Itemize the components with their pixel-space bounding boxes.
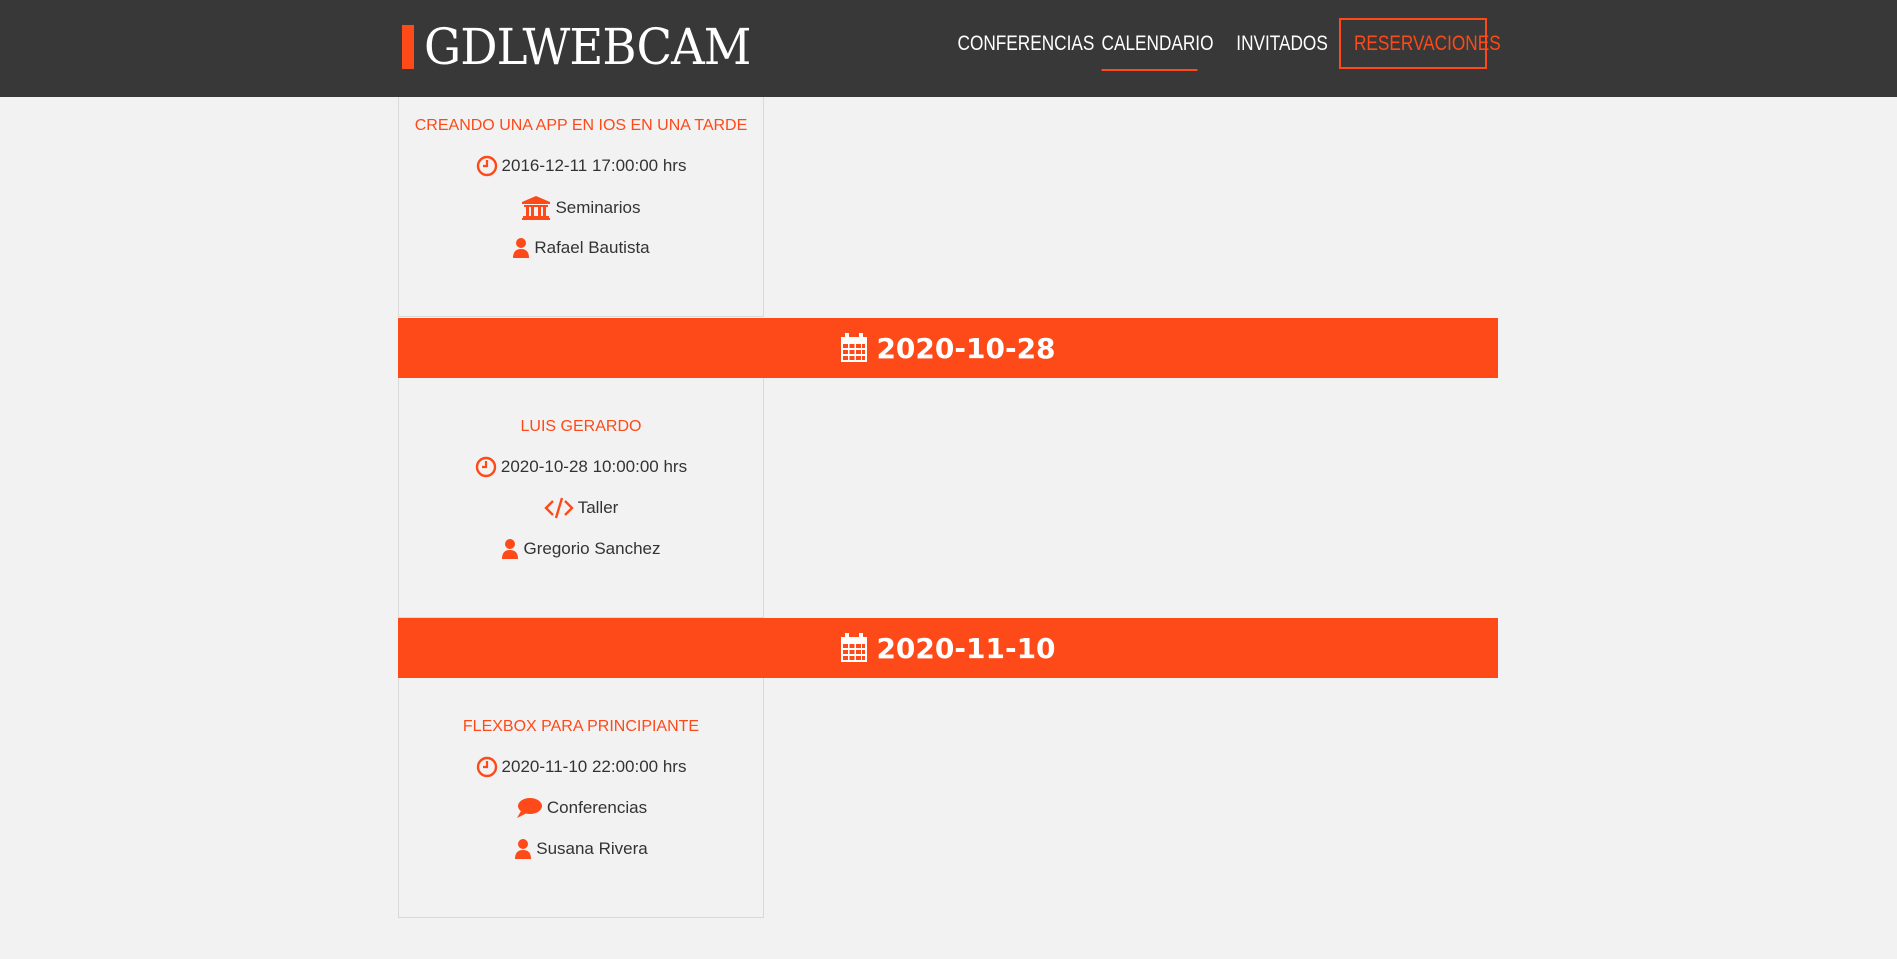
event-card: CREANDO UNA APP EN IOS EN UNA TARDE 2016… — [398, 97, 764, 317]
clock-icon — [476, 155, 497, 177]
nav-invitados[interactable]: INVITADOS — [1236, 18, 1328, 70]
event-title[interactable]: LUIS GERARDO — [399, 418, 763, 436]
code-icon — [543, 497, 574, 519]
event-category: Seminarios — [399, 195, 763, 221]
nav-reservaciones-label: RESERVACIONES — [1353, 32, 1501, 55]
date-header: 2020-10-28 — [398, 318, 1498, 378]
event-card: LUIS GERARDO 2020-10-28 10:00:00 hrs Tal… — [398, 378, 764, 618]
event-datetime-text: 2020-11-10 22:00:00 hrs — [501, 757, 687, 776]
event-datetime-text: 2016-12-11 17:00:00 hrs — [501, 156, 687, 175]
event-speaker-text[interactable]: Gregorio Sanchez — [523, 539, 660, 559]
comment-icon — [516, 798, 542, 818]
event-speaker-text[interactable]: Susana Rivera — [536, 839, 648, 859]
date-label: 2020-11-10 — [876, 631, 1056, 665]
user-icon — [515, 839, 532, 859]
event-category-text: Taller — [577, 498, 619, 517]
user-icon — [502, 539, 519, 559]
event-datetime: 2020-11-10 22:00:00 hrs — [399, 756, 763, 778]
event-speaker: Gregorio Sanchez — [399, 538, 763, 560]
event-title[interactable]: FLEXBOX PARA PRINCIPIANTE — [399, 718, 763, 736]
calendar-icon — [841, 633, 868, 662]
event-speaker-text[interactable]: Rafael Bautista — [534, 238, 649, 258]
nav-reservaciones-button[interactable]: RESERVACIONES — [1339, 18, 1501, 69]
event-datetime-text: 2020-10-28 10:00:00 hrs — [500, 457, 688, 476]
event-card: FLEXBOX PARA PRINCIPIANTE 2020-11-10 22:… — [398, 678, 764, 918]
main-nav: CONFERENCIAS CALENDARIO INVITADOS — [0, 18, 1897, 71]
calendar-icon — [841, 333, 868, 362]
event-category-text: Seminarios — [555, 198, 641, 217]
nav-calendario[interactable]: CALENDARIO — [1101, 18, 1213, 71]
event-datetime: 2020-10-28 10:00:00 hrs — [399, 456, 763, 478]
nav-conferencias[interactable]: CONFERENCIAS — [958, 18, 1095, 70]
event-speaker: Susana Rivera — [399, 838, 763, 860]
event-category: Conferencias — [399, 796, 763, 820]
event-category: Taller — [399, 496, 763, 520]
event-datetime: 2016-12-11 17:00:00 hrs — [399, 155, 763, 177]
date-header: 2020-11-10 — [398, 618, 1498, 678]
event-title[interactable]: CREANDO UNA APP EN IOS EN UNA TARDE — [399, 117, 763, 135]
event-speaker: Rafael Bautista — [399, 237, 763, 259]
university-icon — [522, 196, 551, 220]
date-label: 2020-10-28 — [876, 331, 1056, 365]
user-icon — [513, 238, 530, 258]
clock-icon — [475, 456, 497, 478]
clock-icon — [476, 756, 497, 778]
event-category-text: Conferencias — [546, 798, 648, 817]
